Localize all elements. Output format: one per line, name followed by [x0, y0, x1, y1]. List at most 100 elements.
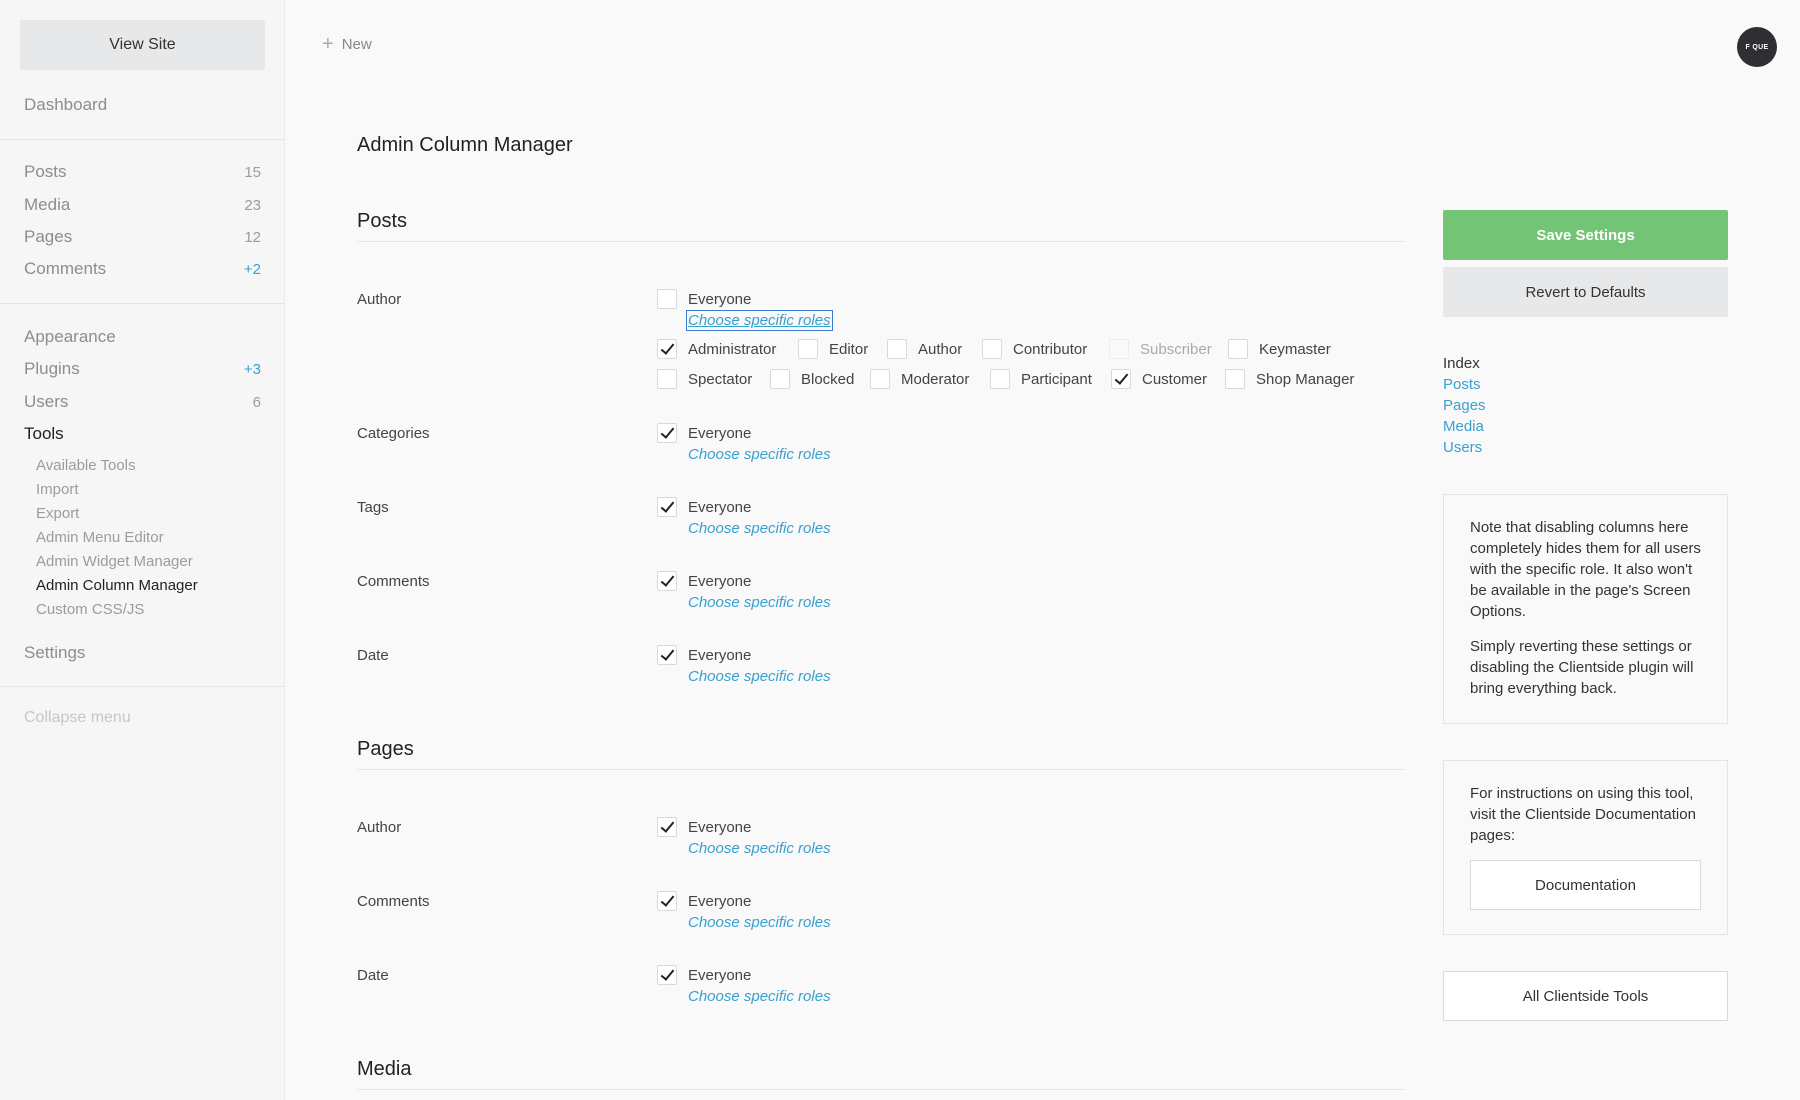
- everyone-checkbox-posts-author[interactable]: [657, 289, 677, 309]
- row-label-pages-comments: Comments: [357, 893, 430, 910]
- sidebar-item-label: Media: [24, 195, 71, 214]
- everyone-checkbox-pages-author[interactable]: [657, 817, 677, 837]
- view-site-button[interactable]: View Site: [20, 20, 265, 70]
- sidebar-item-label: Plugins: [24, 359, 80, 378]
- media-count: 23: [244, 196, 261, 214]
- sidebar-item-settings[interactable]: Settings: [24, 641, 261, 665]
- row-label-pages-date: Date: [357, 967, 389, 984]
- sidebar-item-plugins[interactable]: Plugins +3: [24, 357, 261, 381]
- section-title-pages: Pages: [357, 738, 414, 760]
- revert-defaults-button[interactable]: Revert to Defaults: [1443, 267, 1728, 317]
- submenu-admin-column-manager[interactable]: Admin Column Manager: [36, 576, 198, 596]
- role-checkbox-participant[interactable]: [990, 369, 1010, 389]
- choose-roles-link-posts-comments[interactable]: Choose specific roles: [688, 594, 831, 611]
- plugins-count: +3: [243, 360, 261, 378]
- choose-roles-link-posts-date[interactable]: Choose specific roles: [688, 668, 831, 685]
- sidebar-item-label: Dashboard: [24, 95, 108, 114]
- everyone-label: Everyone: [688, 291, 752, 308]
- choose-roles-link-posts-author[interactable]: Choose specific roles: [686, 310, 833, 331]
- row-label-posts-tags: Tags: [357, 499, 389, 516]
- submenu-export[interactable]: Export: [36, 504, 79, 524]
- submenu-custom-css-js[interactable]: Custom CSS/JS: [36, 600, 144, 620]
- role-label-administrator: Administrator: [688, 341, 777, 358]
- role-checkbox-customer[interactable]: [1111, 369, 1131, 389]
- choose-roles-link-posts-tags[interactable]: Choose specific roles: [688, 520, 831, 537]
- submenu-admin-widget-manager[interactable]: Admin Widget Manager: [36, 552, 193, 572]
- section-divider: [357, 769, 1405, 770]
- role-checkbox-contributor[interactable]: [982, 339, 1002, 359]
- sidebar-item-label: Appearance: [24, 327, 116, 346]
- role-label-participant: Participant: [1021, 371, 1092, 388]
- index-link-pages[interactable]: Pages: [1443, 395, 1486, 416]
- sidebar-divider: [0, 139, 284, 140]
- role-checkbox-moderator[interactable]: [870, 369, 890, 389]
- everyone-label: Everyone: [688, 893, 752, 910]
- role-label-contributor: Contributor: [1013, 341, 1088, 358]
- role-checkbox-editor[interactable]: [798, 339, 818, 359]
- note-box: Note that disabling columns here complet…: [1443, 494, 1728, 724]
- index-link-users[interactable]: Users: [1443, 437, 1486, 458]
- everyone-checkbox-posts-comments[interactable]: [657, 571, 677, 591]
- docs-box: For instructions on using this tool, vis…: [1443, 760, 1728, 935]
- row-label-pages-author: Author: [357, 819, 402, 836]
- sidebar-item-label: Posts: [24, 162, 67, 181]
- submenu-import[interactable]: Import: [36, 480, 79, 500]
- sidebar-item-tools[interactable]: Tools: [24, 422, 261, 446]
- note-paragraph-2: Simply reverting these settings or disab…: [1470, 638, 1694, 697]
- role-checkbox-shop-manager[interactable]: [1225, 369, 1245, 389]
- sidebar-divider: [0, 686, 284, 687]
- section-divider: [357, 1089, 1405, 1090]
- choose-roles-link-pages-date[interactable]: Choose specific roles: [688, 988, 831, 1005]
- avatar[interactable]: F QUE: [1737, 27, 1777, 67]
- role-checkbox-spectator[interactable]: [657, 369, 677, 389]
- role-label-blocked: Blocked: [801, 371, 855, 388]
- choose-roles-link-pages-author[interactable]: Choose specific roles: [688, 840, 831, 857]
- documentation-button[interactable]: Documentation: [1470, 860, 1701, 910]
- role-checkbox-blocked[interactable]: [770, 369, 790, 389]
- everyone-label: Everyone: [688, 819, 752, 836]
- submenu-admin-menu-editor[interactable]: Admin Menu Editor: [36, 528, 164, 548]
- sidebar-item-media[interactable]: Media 23: [24, 193, 261, 217]
- everyone-label: Everyone: [688, 647, 752, 664]
- role-label-author: Author: [918, 341, 963, 358]
- choose-roles-link-pages-comments[interactable]: Choose specific roles: [688, 914, 831, 931]
- choose-roles-link-posts-categories[interactable]: Choose specific roles: [688, 446, 831, 463]
- new-button[interactable]: + New: [322, 34, 372, 54]
- sidebar-item-users[interactable]: Users 6: [24, 390, 261, 414]
- plus-icon: +: [322, 33, 334, 55]
- note-paragraph-1: Note that disabling columns here complet…: [1470, 519, 1701, 620]
- submenu-available-tools[interactable]: Available Tools: [36, 456, 136, 476]
- sidebar-item-posts[interactable]: Posts 15: [24, 160, 261, 184]
- posts-count: 15: [244, 163, 261, 181]
- save-settings-button[interactable]: Save Settings: [1443, 210, 1728, 260]
- comments-count: +2: [243, 260, 261, 278]
- sidebar-item-comments[interactable]: Comments +2: [24, 257, 261, 281]
- everyone-checkbox-posts-tags[interactable]: [657, 497, 677, 517]
- role-label-subscriber: Subscriber: [1140, 341, 1212, 358]
- row-label-posts-date: Date: [357, 647, 389, 664]
- everyone-label: Everyone: [688, 499, 752, 516]
- everyone-checkbox-posts-date[interactable]: [657, 645, 677, 665]
- role-label-editor: Editor: [829, 341, 869, 358]
- sidebar: View Site Dashboard Posts 15 Media 23 Pa…: [0, 0, 285, 1100]
- everyone-checkbox-pages-date[interactable]: [657, 965, 677, 985]
- role-checkbox-author[interactable]: [887, 339, 907, 359]
- sidebar-item-pages[interactable]: Pages 12: [24, 225, 261, 249]
- index-link-media[interactable]: Media: [1443, 416, 1486, 437]
- index-link-posts[interactable]: Posts: [1443, 374, 1486, 395]
- sidebar-item-dashboard[interactable]: Dashboard: [24, 93, 261, 117]
- everyone-label: Everyone: [688, 425, 752, 442]
- sidebar-item-appearance[interactable]: Appearance: [24, 325, 261, 349]
- index-title: Index: [1443, 355, 1480, 372]
- role-checkbox-keymaster[interactable]: [1228, 339, 1248, 359]
- everyone-checkbox-posts-categories[interactable]: [657, 423, 677, 443]
- collapse-menu-button[interactable]: Collapse menu: [24, 709, 131, 727]
- role-checkbox-administrator[interactable]: [657, 339, 677, 359]
- pages-count: 12: [244, 228, 261, 246]
- everyone-checkbox-pages-comments[interactable]: [657, 891, 677, 911]
- users-count: 6: [252, 393, 261, 411]
- all-clientside-tools-button[interactable]: All Clientside Tools: [1443, 971, 1728, 1021]
- sidebar-item-label: Tools: [24, 424, 64, 443]
- index-nav: Index Posts Pages Media Users: [1443, 353, 1486, 458]
- sidebar-divider: [0, 303, 284, 304]
